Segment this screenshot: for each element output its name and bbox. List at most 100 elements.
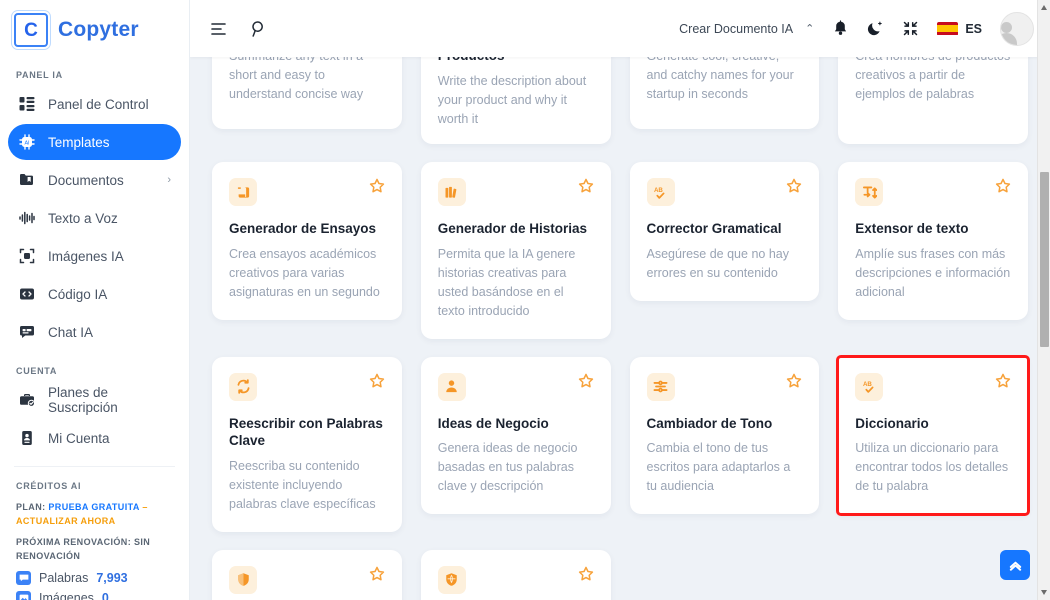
briefcase-check-icon xyxy=(18,392,35,409)
template-card[interactable]: AB Corrector Gramatical Asegúrese de que… xyxy=(630,162,820,301)
template-card[interactable]: Summarize any text in a short and easy t… xyxy=(212,57,402,129)
scroll-essay-icon xyxy=(229,178,257,206)
brand-logo[interactable]: C Copyter xyxy=(0,0,189,56)
template-card[interactable]: Extensor de texto Amplíe sus frases con … xyxy=(838,162,1028,320)
sidebar-item-label: Documentos xyxy=(48,173,124,188)
sidebar-item-mi-cuenta[interactable]: Mi Cuenta xyxy=(8,420,181,456)
ab-check-icon: AB xyxy=(855,373,883,401)
sidebar-item-texto-a-voz[interactable]: Texto a Voz xyxy=(8,200,181,236)
create-document-dropdown[interactable]: Crear Documento IA ⌃ xyxy=(679,22,814,36)
image-frame-icon xyxy=(18,248,35,265)
chip-ai-icon: AI xyxy=(18,134,35,151)
sidebar-item-panel-de-control[interactable]: Panel de Control xyxy=(8,86,181,122)
template-card[interactable]: Generate cool, creative, and catchy name… xyxy=(630,57,820,129)
sidebar-item-label: Mi Cuenta xyxy=(48,431,110,446)
sidebar-item-imagenes-ia[interactable]: Imágenes IA xyxy=(8,238,181,274)
template-card[interactable]: Productos Write the description about yo… xyxy=(421,57,611,144)
template-card[interactable]: Generador de Ensayos Crea ensayos académ… xyxy=(212,162,402,320)
favorite-star-icon[interactable] xyxy=(578,373,594,394)
template-card[interactable]: Crea nombres de productos creativos a pa… xyxy=(838,57,1028,144)
bell-icon[interactable] xyxy=(832,20,849,37)
template-card[interactable]: Reescribir con Palabras Clave Reescriba … xyxy=(212,357,402,532)
app-root: C Copyter PANEL IA Panel de Control AI T… xyxy=(0,0,1050,600)
template-card-desc: Genera ideas de negocio basadas en tus p… xyxy=(438,439,594,496)
browser-scrollbar[interactable] xyxy=(1037,0,1050,600)
language-code: ES xyxy=(965,22,982,36)
chevron-right-icon: › xyxy=(167,174,171,186)
favorite-star-icon[interactable] xyxy=(369,566,385,587)
templates-scroll-area[interactable]: Summarize any text in a short and easy t… xyxy=(190,57,1050,600)
sidebar-item-label: Texto a Voz xyxy=(48,211,118,226)
usage-row-palabras: Palabras 7,993 xyxy=(16,571,173,585)
template-card-desc: Reescriba su contenido existente incluye… xyxy=(229,457,385,514)
favorite-star-icon[interactable] xyxy=(786,178,802,199)
compress-icon[interactable] xyxy=(902,20,919,37)
template-card-title: Corrector Gramatical xyxy=(647,220,803,238)
template-card-title: Reescribir con Palabras Clave xyxy=(229,415,385,450)
topbar: Crear Documento IA ⌃ ES xyxy=(190,0,1050,57)
brand-name: Copyter xyxy=(58,18,139,42)
shield-globe-icon xyxy=(438,566,466,594)
favorite-star-icon[interactable] xyxy=(995,373,1011,394)
favorite-star-icon[interactable] xyxy=(369,178,385,199)
template-grid-row-3: Reescribir con Palabras Clave Reescriba … xyxy=(212,357,1028,532)
template-card-desc: Cambia el tono de tus escritos para adap… xyxy=(647,439,803,496)
plan-prefix: PLAN: xyxy=(16,502,46,512)
plan-name: PRUEBA GRATUITA xyxy=(48,502,139,512)
sidebar-item-label: Imágenes IA xyxy=(48,249,124,264)
template-card-desc: Write the description about your product… xyxy=(438,72,594,129)
dashboard-icon xyxy=(18,96,35,113)
sidebar-item-documentos[interactable]: Documentos › xyxy=(8,162,181,198)
favorite-star-icon[interactable] xyxy=(995,178,1011,199)
chevron-double-up-icon xyxy=(1008,558,1023,573)
template-card-desc: Summarize any text in a short and easy t… xyxy=(229,57,385,104)
code-brackets-icon xyxy=(18,286,35,303)
svg-text:AB: AB xyxy=(863,381,872,388)
template-card-desc: Crea nombres de productos creativos a pa… xyxy=(855,57,1011,104)
language-selector[interactable]: ES xyxy=(937,22,982,36)
template-card-title: Extensor de texto xyxy=(855,220,1011,238)
template-card[interactable]: Cambiador de Tono Cambia el tono de tus … xyxy=(630,357,820,515)
template-card-desc: Asegúrese de que no hay errores en su co… xyxy=(647,245,803,283)
scroll-to-top-button[interactable] xyxy=(1000,550,1030,580)
favorite-star-icon[interactable] xyxy=(578,178,594,199)
template-card[interactable]: Generador de Historias Permita que la IA… xyxy=(421,162,611,339)
template-card-diccionario[interactable]: AB Diccionario Utiliza un diccionario pa… xyxy=(838,357,1028,515)
template-grid-row-partial: Summarize any text in a short and easy t… xyxy=(212,57,1028,144)
template-card[interactable]: Ideas de Negocio Genera ideas de negocio… xyxy=(421,357,611,515)
sidebar-item-planes-de-suscripcion[interactable]: Planes de Suscripción xyxy=(8,382,181,418)
rewrite-sync-icon xyxy=(229,373,257,401)
tone-changer-icon xyxy=(647,373,675,401)
images-icon xyxy=(16,591,31,600)
template-card[interactable]: Política de Privacidad Elabore una polít… xyxy=(212,550,402,600)
search-icon[interactable] xyxy=(250,20,268,38)
sidebar-item-templates[interactable]: AI Templates xyxy=(8,124,181,160)
scroll-up-arrow-icon[interactable] xyxy=(1041,5,1047,10)
template-card-desc: Crea ensayos académicos creativos para v… xyxy=(229,245,385,302)
scroll-down-arrow-icon[interactable] xyxy=(1041,590,1047,595)
usage-value: 0 xyxy=(102,591,109,600)
sidebar-item-label: Código IA xyxy=(48,287,107,302)
template-card-title: Generador de Historias xyxy=(438,220,594,238)
user-avatar-icon[interactable] xyxy=(1000,12,1034,46)
menu-lines-icon[interactable] xyxy=(210,20,228,38)
browser-scrollbar-thumb[interactable] xyxy=(1040,172,1049,347)
favorite-star-icon[interactable] xyxy=(369,373,385,394)
topbar-right: Crear Documento IA ⌃ ES xyxy=(679,12,1034,46)
template-card[interactable]: Términos y Condiciones Desarrolle una in… xyxy=(421,550,611,600)
books-story-icon xyxy=(438,178,466,206)
topbar-left xyxy=(210,20,268,38)
template-card-desc: Amplíe sus frases con más descripciones … xyxy=(855,245,1011,302)
sidebar-item-codigo-ia[interactable]: Código IA xyxy=(8,276,181,312)
plan-upgrade-link[interactable]: ACTUALIZAR AHORA xyxy=(16,516,116,526)
folder-bookmark-icon xyxy=(18,172,35,189)
sidebar-item-chat-ia[interactable]: Chat IA xyxy=(8,314,181,350)
shield-half-icon xyxy=(229,566,257,594)
moon-icon[interactable] xyxy=(867,20,884,37)
favorite-star-icon[interactable] xyxy=(578,566,594,587)
template-card-title: Generador de Ensayos xyxy=(229,220,385,238)
chat-bubble-icon xyxy=(18,324,35,341)
business-person-icon xyxy=(438,373,466,401)
favorite-star-icon[interactable] xyxy=(786,373,802,394)
brand-mark-letter: C xyxy=(24,21,38,40)
